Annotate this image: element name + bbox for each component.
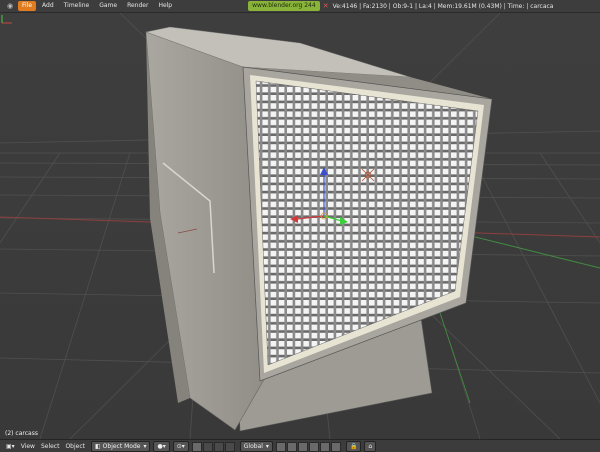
menu-select[interactable]: Select <box>41 443 60 450</box>
close-icon[interactable]: ✕ <box>323 2 329 10</box>
layer-buttons <box>275 441 342 452</box>
rotate-icon[interactable] <box>213 441 224 452</box>
lock-icon[interactable]: 🔒 <box>345 441 362 452</box>
info-editor-icon[interactable]: ◉ <box>5 1 15 11</box>
layer-1-button[interactable] <box>275 441 286 452</box>
translate-icon[interactable] <box>202 441 213 452</box>
snap-icon[interactable]: ⌂ <box>364 441 377 452</box>
y-axis-line-back <box>439 312 471 404</box>
manipulator-buttons <box>191 441 236 452</box>
layer-4-button[interactable] <box>308 441 319 452</box>
manipulator-toggle-icon[interactable] <box>191 441 202 452</box>
scene-stats: Ve:4146 | Fa:2130 | Ob:9-1 | La:4 | Mem:… <box>332 2 554 10</box>
menu-object[interactable]: Object <box>65 443 85 450</box>
layer-6-button[interactable] <box>330 441 341 452</box>
chevron-down-icon: ▾ <box>265 443 269 450</box>
menu-view[interactable]: View <box>21 443 35 450</box>
3d-viewport[interactable]: (2) carcass <box>0 13 600 439</box>
scale-icon[interactable] <box>224 441 235 452</box>
mode-label: Object Mode <box>102 443 141 450</box>
layer-5-button[interactable] <box>319 441 330 452</box>
active-object-label: (2) carcass <box>5 430 38 437</box>
blender-window: ◉ File Add Timeline Game Render Help www… <box>0 0 600 452</box>
pivot-button[interactable]: ⊙▾ <box>172 441 189 452</box>
chevron-down-icon: ▾ <box>143 443 147 450</box>
orientation-dropdown[interactable]: Global ▾ <box>239 441 273 452</box>
menu-add[interactable]: Add <box>38 1 58 11</box>
layer-2-button[interactable] <box>286 441 297 452</box>
blender-org-link[interactable]: www.blender.org 244 <box>248 1 320 11</box>
monitor-mesh[interactable] <box>145 26 493 432</box>
menu-render[interactable]: Render <box>123 1 152 11</box>
menu-timeline[interactable]: Timeline <box>60 1 94 11</box>
editor-type-icon[interactable]: ▣▾ <box>6 443 15 450</box>
draw-type-button[interactable]: ●▾ <box>153 441 170 452</box>
menu-game[interactable]: Game <box>95 1 121 11</box>
mode-icon: ◧ <box>95 443 101 450</box>
menu-help[interactable]: Help <box>154 1 176 11</box>
screen-grid <box>255 80 479 366</box>
layer-3-button[interactable] <box>297 441 308 452</box>
3d-view-header: ▣▾ View Select Object ◧ Object Mode ▾ ●▾… <box>0 439 600 452</box>
mode-dropdown[interactable]: ◧ Object Mode ▾ <box>91 441 151 452</box>
viewport-canvas[interactable] <box>0 13 600 439</box>
view-axes-icon <box>1 15 12 24</box>
info-header: ◉ File Add Timeline Game Render Help www… <box>0 0 600 13</box>
orientation-label: Global <box>243 443 263 450</box>
menu-file[interactable]: File <box>18 1 37 11</box>
